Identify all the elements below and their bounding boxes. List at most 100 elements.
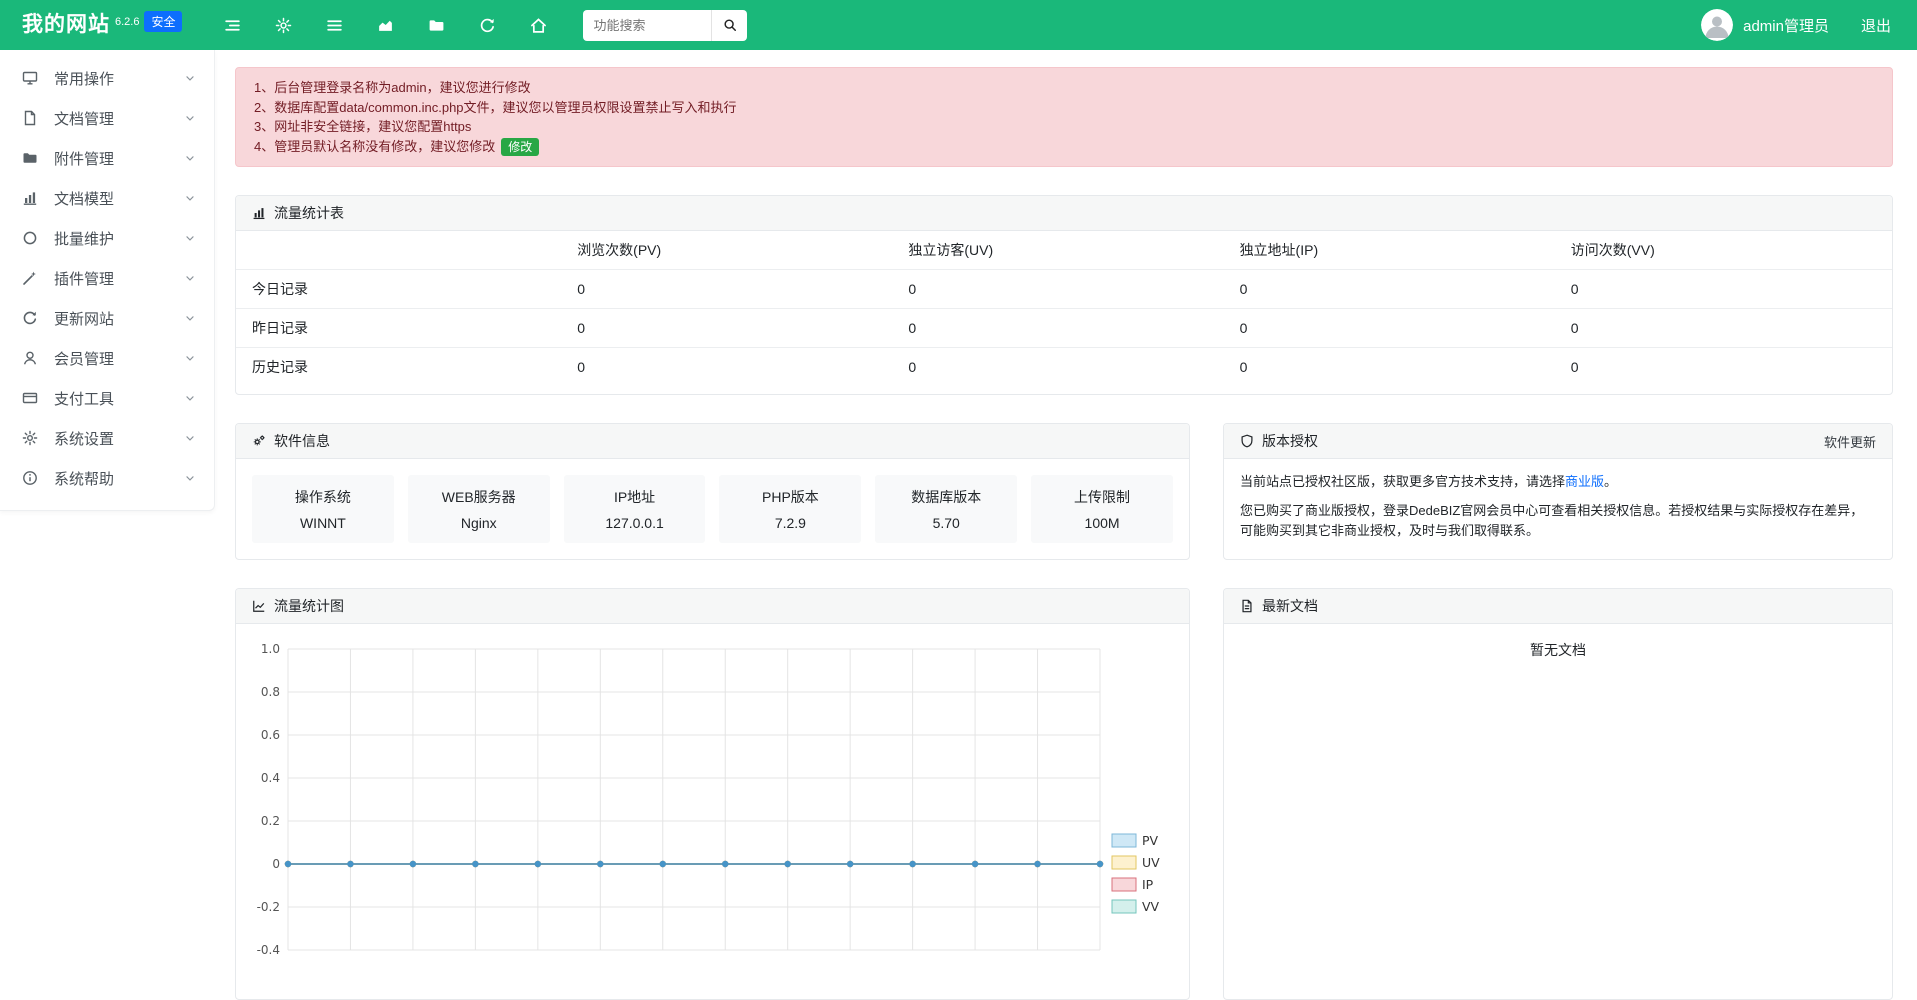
gear-icon[interactable] [275,17,292,34]
sidebar: 常用操作文档管理附件管理文档模型批量维护插件管理更新网站会员管理支付工具系统设置… [0,50,215,511]
avatar[interactable] [1701,9,1733,41]
software-update-link[interactable]: 软件更新 [1824,432,1876,451]
home-icon[interactable] [530,17,547,34]
svg-text:0.4: 0.4 [261,771,280,785]
table-row: 昨日记录0000 [236,309,1892,348]
sidebar-item-6[interactable]: 更新网站 [0,298,214,338]
software-info-item: 操作系统WINNT [252,475,394,543]
sidebar-item-8[interactable]: 支付工具 [0,378,214,418]
chevron-down-icon [184,432,196,444]
card-header: 流量统计表 [236,196,1892,231]
table-header-row: 浏览次数(PV)独立访客(UV)独立地址(IP)访问次数(VV) [236,231,1892,270]
software-info-item: PHP版本7.2.9 [719,475,861,543]
table-column-header: 访问次数(VV) [1561,231,1892,270]
search-icon [723,18,737,32]
sidebar-item-5[interactable]: 插件管理 [0,258,214,298]
software-info-item: 上传限制100M [1031,475,1173,543]
table-cell: 0 [1230,270,1561,309]
chevron-down-icon [184,72,196,84]
main-content: 1、后台管理登录名称为admin，建议您进行修改2、数据库配置data/comm… [235,50,1893,1000]
table-column-header: 独立访客(UV) [898,231,1229,270]
gear-icon [22,430,38,446]
traffic-chart-card: 流量统计图 1.00.80.60.40.20-0.2-0.4PVUVIPVV [235,588,1190,1000]
svg-text:0.6: 0.6 [261,728,280,742]
navbar-user-area: admin管理员 退出 [1701,9,1891,41]
sidebar-item-4[interactable]: 批量维护 [0,218,214,258]
software-info-item: WEB服务器Nginx [408,475,550,543]
sidebar-item-10[interactable]: 系统帮助 [0,458,214,498]
credit-card-icon [22,390,38,406]
sidebar-item-9[interactable]: 系统设置 [0,418,214,458]
navbar-icons [224,17,547,34]
sidebar-item-label: 系统设置 [54,428,184,449]
chart-line-icon [252,599,266,613]
svg-text:-0.4: -0.4 [257,943,280,957]
stream-icon[interactable] [224,17,241,34]
chevron-down-icon [184,192,196,204]
sidebar-item-0[interactable]: 常用操作 [0,58,214,98]
sidebar-item-1[interactable]: 文档管理 [0,98,214,138]
sidebar-item-label: 系统帮助 [54,468,184,489]
search-input[interactable] [583,10,711,41]
sidebar-item-label: 文档管理 [54,108,184,129]
svg-text:1.0: 1.0 [261,642,280,656]
traffic-table: 浏览次数(PV)独立访客(UV)独立地址(IP)访问次数(VV) 今日记录000… [236,231,1892,394]
table-row-label: 今日记录 [236,270,567,309]
table-cell: 0 [1561,270,1892,309]
commercial-version-link[interactable]: 商业版 [1565,474,1604,489]
shield-icon [1240,434,1254,448]
table-cell: 0 [1561,309,1892,348]
software-info-label: PHP版本 [723,487,857,507]
table-row: 今日记录0000 [236,270,1892,309]
software-info-value: 5.70 [879,515,1013,531]
license-title: 版本授权 [1262,431,1318,451]
card-header: 版本授权 软件更新 [1224,424,1892,459]
magic-icon [22,270,38,286]
sidebar-item-label: 插件管理 [54,268,184,289]
sidebar-item-3[interactable]: 文档模型 [0,178,214,218]
refresh-icon [22,310,38,326]
table-cell: 0 [1230,348,1561,391]
sidebar-item-label: 支付工具 [54,388,184,409]
chevron-down-icon [184,152,196,164]
circle-icon [22,230,38,246]
software-info-label: WEB服务器 [412,487,546,507]
alert-line: 3、网址非安全链接，建议您配置https [254,117,1874,137]
folder-icon[interactable] [428,17,445,34]
card-header: 流量统计图 [236,589,1189,624]
svg-text:-0.2: -0.2 [257,900,280,914]
sidebar-item-label: 会员管理 [54,348,184,369]
info-icon [22,470,38,486]
user-icon [22,350,38,366]
refresh-icon[interactable] [479,17,496,34]
table-cell: 0 [898,348,1229,391]
software-info-item: IP地址127.0.0.1 [564,475,706,543]
menu-icon[interactable] [326,17,343,34]
sidebar-item-label: 文档模型 [54,188,184,209]
chart-area-icon[interactable] [377,17,394,34]
card-header: 最新文档 [1224,589,1892,624]
security-badge[interactable]: 安全 [144,11,182,32]
site-title: 我的网站 [22,10,110,40]
chart-bar-icon [252,206,266,220]
table-cell: 0 [567,270,898,309]
modify-badge[interactable]: 修改 [501,138,539,156]
table-cell: 0 [1230,309,1561,348]
table-column-header [236,231,567,270]
chevron-down-icon [184,232,196,244]
sidebar-item-label: 更新网站 [54,308,184,329]
alert-line: 2、数据库配置data/common.inc.php文件，建议您以管理员权限设置… [254,98,1874,118]
svg-text:0.8: 0.8 [261,685,280,699]
version-label: 6.2.6 [115,16,139,28]
alert-line: 1、后台管理登录名称为admin，建议您进行修改 [254,78,1874,98]
file-icon [22,110,38,126]
table-row-label: 昨日记录 [236,309,567,348]
sidebar-item-2[interactable]: 附件管理 [0,138,214,178]
software-info-grid: 操作系统WINNTWEB服务器NginxIP地址127.0.0.1PHP版本7.… [236,459,1189,559]
license-card: 版本授权 软件更新 当前站点已授权社区版，获取更多官方技术支持，请选择商业版。 … [1223,423,1893,560]
search-button[interactable] [711,10,747,41]
software-info-label: IP地址 [568,487,702,507]
logout-button[interactable]: 退出 [1861,15,1891,36]
traffic-table-card: 流量统计表 浏览次数(PV)独立访客(UV)独立地址(IP)访问次数(VV) 今… [235,195,1893,395]
sidebar-item-7[interactable]: 会员管理 [0,338,214,378]
